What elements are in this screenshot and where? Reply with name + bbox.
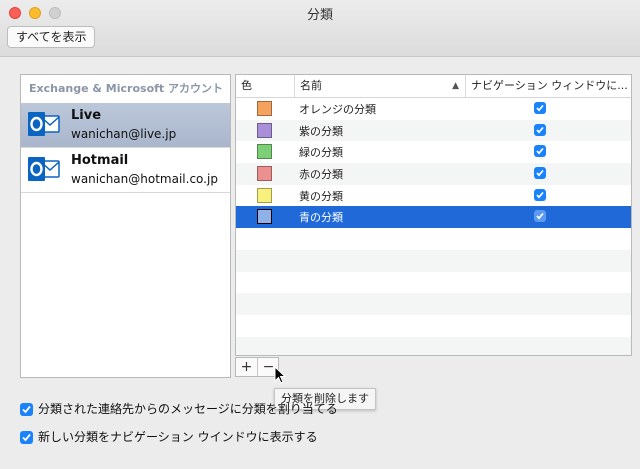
show-new-category-checkbox[interactable] <box>20 431 33 444</box>
show-all-button[interactable]: すべてを表示 <box>7 26 96 48</box>
empty-row <box>236 228 631 250</box>
account-name: Hotmail <box>71 153 129 168</box>
nav-pane-checkbox[interactable] <box>534 167 546 180</box>
account-list: Exchange & Microsoft アカウント Live wanichan… <box>20 74 231 378</box>
outlook-icon <box>28 112 60 136</box>
column-header-nav[interactable]: ナビゲーション ウィンドウに... <box>466 75 631 97</box>
nav-pane-checkbox[interactable] <box>534 145 546 158</box>
category-table: 色 名前 ▲ ナビゲーション ウィンドウに... オレンジの分類 紫の分類緑の分類… <box>235 74 632 356</box>
column-header-name[interactable]: 名前 ▲ <box>295 75 466 97</box>
category-row[interactable]: 赤の分類 <box>236 163 631 185</box>
category-name[interactable]: 赤の分類 <box>299 166 343 182</box>
preferences-window: 分類 すべてを表示 Exchange & Microsoft アカウント Liv… <box>0 0 640 469</box>
category-name[interactable]: 緑の分類 <box>299 144 343 160</box>
column-header-color[interactable]: 色 <box>236 75 295 97</box>
add-category-button[interactable]: + <box>236 358 258 376</box>
window-title: 分類 <box>306 8 333 23</box>
nav-pane-checkbox[interactable] <box>534 210 546 223</box>
color-swatch[interactable] <box>257 101 272 116</box>
assign-category-label: 分類された連絡先からのメッセージに分類を割り当てる <box>38 402 338 416</box>
category-name[interactable]: 黄の分類 <box>299 188 343 204</box>
category-row[interactable]: 青の分類 <box>236 206 631 229</box>
mouse-pointer-icon <box>274 366 286 384</box>
account-email: wanichan@hotmail.co.jp <box>71 172 218 186</box>
account-item-hotmail[interactable]: Hotmail wanichan@hotmail.co.jp <box>21 148 230 193</box>
category-row[interactable]: オレンジの分類 <box>236 98 631 120</box>
color-swatch[interactable] <box>257 209 272 225</box>
title-bar: 分類 すべてを表示 <box>0 0 640 57</box>
color-swatch[interactable] <box>257 122 272 138</box>
nav-pane-checkbox[interactable] <box>534 188 546 201</box>
nav-pane-checkbox[interactable] <box>534 102 546 114</box>
empty-row <box>236 293 631 315</box>
account-email: wanichan@live.jp <box>71 127 177 141</box>
account-item-live[interactable]: Live wanichan@live.jp <box>21 103 230 148</box>
empty-row <box>236 272 631 294</box>
color-swatch[interactable] <box>257 166 272 182</box>
sort-ascending-icon: ▲ <box>452 81 459 91</box>
assign-category-option[interactable]: 分類された連絡先からのメッセージに分類を割り当てる <box>20 401 340 417</box>
assign-category-checkbox[interactable] <box>20 403 33 416</box>
account-list-header: Exchange & Microsoft アカウント <box>29 82 223 95</box>
show-new-category-label: 新しい分類をナビゲーション ウインドウに表示する <box>38 430 318 444</box>
table-header: 色 名前 ▲ ナビゲーション ウィンドウに... <box>236 75 631 98</box>
column-header-name-label: 名前 <box>300 79 322 92</box>
category-row[interactable]: 黄の分類 <box>236 185 631 207</box>
empty-row <box>236 336 631 355</box>
account-name: Live <box>71 108 102 123</box>
category-name[interactable]: 紫の分類 <box>299 123 343 139</box>
color-swatch[interactable] <box>257 187 272 203</box>
empty-row <box>236 249 631 272</box>
add-remove-control: + − <box>235 357 279 377</box>
empty-row <box>236 315 631 337</box>
outlook-icon <box>28 157 60 181</box>
table-body: オレンジの分類 紫の分類緑の分類赤の分類黄の分類青の分類 <box>236 98 631 355</box>
category-name[interactable]: オレンジの分類 <box>299 101 376 117</box>
show-new-category-option[interactable]: 新しい分類をナビゲーション ウインドウに表示する <box>20 429 340 445</box>
color-swatch[interactable] <box>257 144 272 160</box>
category-row[interactable]: 紫の分類 <box>236 119 631 142</box>
category-name[interactable]: 青の分類 <box>299 209 343 225</box>
category-row[interactable]: 緑の分類 <box>236 141 631 163</box>
nav-pane-checkbox[interactable] <box>534 123 546 136</box>
